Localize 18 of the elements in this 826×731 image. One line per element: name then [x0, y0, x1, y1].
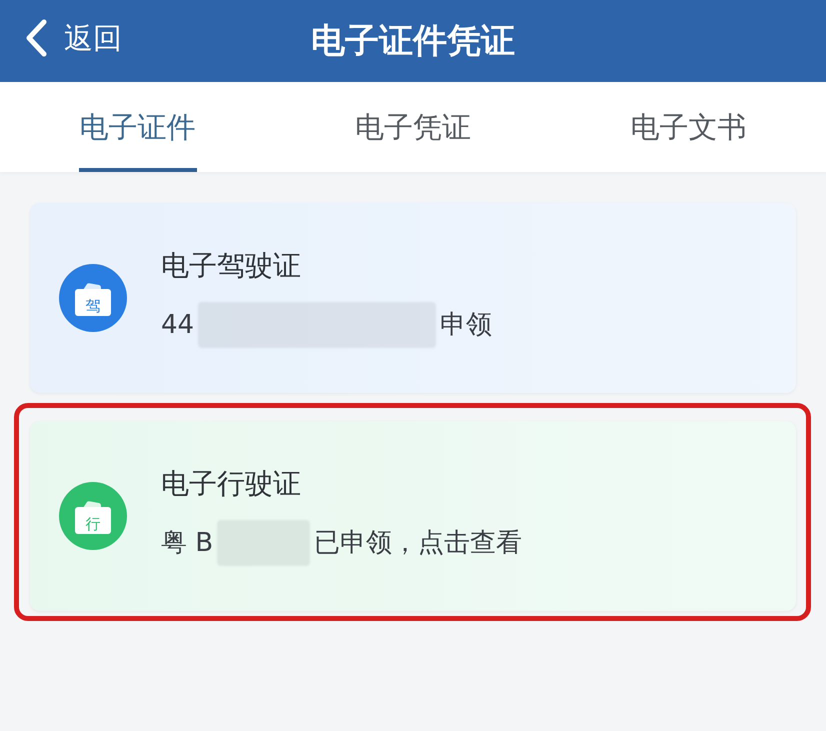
- tab[interactable]: 电子凭证: [354, 82, 472, 172]
- card-title: 电子行驶证: [161, 466, 302, 502]
- back-icon: [24, 19, 48, 57]
- card-title: 电子驾驶证: [161, 248, 302, 284]
- icon-character: 行: [86, 516, 100, 532]
- tab[interactable]: 电子证件: [78, 82, 197, 172]
- icon-character: 驾: [86, 298, 100, 314]
- status-text: 已申领，点击查看: [314, 527, 522, 560]
- page-title: 电子证件凭证: [311, 24, 515, 58]
- license-card[interactable]: 行 电子行驶证 粤 B 已申领，点击查看: [30, 421, 796, 611]
- tab[interactable]: 电子文书: [629, 82, 748, 172]
- plate-prefix: 粤 B: [161, 527, 214, 560]
- license-card[interactable]: 驾 电子驾驶证 44 申领: [30, 203, 796, 393]
- status-text: 申领: [440, 309, 492, 342]
- id-card-icon: [75, 500, 111, 534]
- back-button[interactable]: 返回: [24, 19, 122, 57]
- id-card-icon: [75, 282, 111, 316]
- plate-prefix: 44: [161, 309, 194, 342]
